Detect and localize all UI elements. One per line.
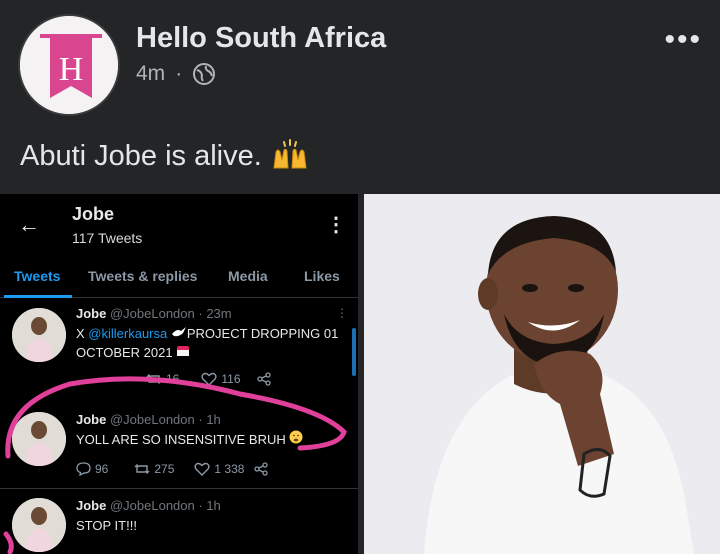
tweet-header: Jobe @JobeLondon · 1h: [76, 498, 221, 513]
tweet-handle[interactable]: @JobeLondon: [110, 498, 195, 513]
tweet-actions: 16 116: [146, 372, 271, 386]
active-tab-indicator: [4, 295, 72, 298]
tweet-handle[interactable]: @JobeLondon: [110, 412, 195, 427]
retweet-count: 275: [154, 462, 175, 476]
reply-button[interactable]: 96: [76, 462, 108, 476]
retweet-count: 16: [166, 372, 180, 386]
tweet-avatar[interactable]: [12, 412, 66, 466]
post-options-button[interactable]: •••: [664, 25, 702, 55]
post-text: Abuti Jobe is alive.: [20, 138, 310, 174]
tweet-text: STOP IT!!!: [76, 518, 137, 533]
tweet-header: Jobe @JobeLondon · 23m: [76, 306, 232, 321]
tweet-divider: [0, 488, 358, 489]
tweet-item[interactable]: Jobe @JobeLondon · 1h STOP IT!!!: [0, 492, 358, 554]
heart-icon: [194, 462, 210, 476]
like-count: 1 338: [214, 462, 245, 476]
tweet-author[interactable]: Jobe: [76, 412, 106, 427]
tweet-count: 117 Tweets: [72, 230, 143, 246]
tweet-time: · 1h: [198, 412, 221, 427]
meta-separator: ·: [175, 62, 183, 85]
hello-logo-icon: H: [20, 16, 118, 114]
tweet-time: · 23m: [198, 306, 232, 321]
weary-face-emoji-icon: [289, 430, 303, 444]
tweet-body: STOP IT!!!: [76, 516, 346, 535]
share-button[interactable]: [256, 372, 271, 386]
page-name[interactable]: Hello South Africa: [136, 22, 386, 55]
tweet-text: YOLL ARE SO INSENSITIVE BRUH: [76, 432, 286, 447]
post-time[interactable]: 4m: [136, 62, 165, 86]
tab-tweets-replies[interactable]: Tweets & replies: [88, 268, 197, 284]
tweet-prefix: X: [76, 326, 89, 341]
reply-icon: [76, 462, 91, 476]
post-meta: 4m ·: [136, 62, 216, 86]
tweet-menu-icon[interactable]: ⋮: [336, 306, 348, 320]
tab-media[interactable]: Media: [228, 268, 268, 284]
raising-hands-emoji-icon: [273, 139, 307, 169]
arrow-left-icon[interactable]: ←: [18, 212, 40, 238]
retweet-button[interactable]: 16: [146, 372, 179, 386]
tweet-author[interactable]: Jobe: [76, 306, 106, 321]
smiling-man-photo: [364, 194, 720, 554]
like-button[interactable]: 1 338: [194, 462, 244, 476]
tweet-handle[interactable]: @JobeLondon: [110, 306, 195, 321]
tab-tweets[interactable]: Tweets: [14, 268, 60, 284]
tweet-item[interactable]: Jobe @JobeLondon · 1h YOLL ARE SO INSENS…: [0, 406, 358, 488]
logo-letter: H: [59, 51, 84, 88]
mention-link[interactable]: @killerkaursa: [88, 326, 167, 341]
tab-likes[interactable]: Likes: [304, 268, 340, 284]
tweet-body: X @killerkaursa PROJECT DROPPING 01 OCTO…: [76, 324, 346, 362]
retweet-icon: [146, 374, 162, 384]
share-button[interactable]: [254, 462, 269, 476]
profile-name: Jobe: [72, 204, 115, 224]
tweet-actions: 96 275 1 338: [76, 462, 269, 476]
share-icon: [256, 372, 271, 386]
retweet-button[interactable]: 275: [134, 462, 174, 476]
like-count: 116: [221, 372, 241, 386]
like-button[interactable]: 116: [201, 372, 241, 386]
tweet-body: YOLL ARE SO INSENSITIVE BRUH: [76, 430, 346, 449]
tweet-author[interactable]: Jobe: [76, 498, 106, 513]
share-icon: [254, 462, 269, 476]
page-avatar[interactable]: H: [18, 14, 120, 116]
tweet-time: · 1h: [198, 498, 221, 513]
globe-icon: [193, 63, 216, 85]
heart-icon: [201, 372, 217, 386]
calendar-emoji-icon: [177, 346, 190, 356]
post-body: Abuti Jobe is alive.: [20, 139, 262, 172]
dove-emoji-icon: [171, 327, 186, 337]
tweet-avatar[interactable]: [12, 308, 66, 362]
more-vertical-icon[interactable]: ⋮: [326, 212, 346, 237]
profile-tabs: Tweets Tweets & replies Media Likes: [0, 262, 358, 298]
tweet-header: Jobe @JobeLondon · 1h: [76, 412, 221, 427]
tweet-avatar[interactable]: [12, 498, 66, 552]
tweet-item[interactable]: Jobe @JobeLondon · 23m ⋮ X @killerkaursa…: [0, 302, 358, 400]
retweet-icon: [134, 464, 150, 474]
twitter-screenshot: ← Jobe 117 Tweets ⋮ Tweets Tweets & repl…: [0, 194, 358, 554]
reply-count: 96: [95, 462, 109, 476]
person-photo[interactable]: [364, 194, 720, 554]
